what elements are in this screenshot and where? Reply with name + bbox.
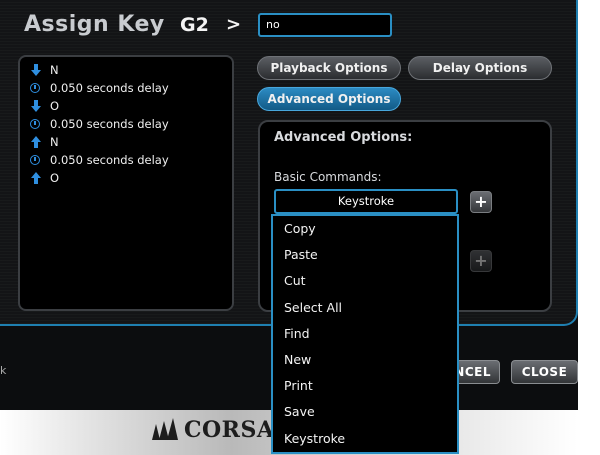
- key-name: G2: [180, 14, 209, 36]
- chevron-right-icon: >: [226, 14, 242, 35]
- advanced-options-button[interactable]: Advanced Options: [257, 87, 401, 111]
- arrow-down-icon: [30, 100, 50, 112]
- macro-event-list[interactable]: N 0.050 seconds delay O 0.050 seconds de…: [18, 55, 234, 311]
- add-button-secondary[interactable]: +: [470, 250, 492, 272]
- dropdown-option-copy[interactable]: Copy: [273, 216, 457, 242]
- arrow-down-icon: [30, 64, 50, 76]
- list-item[interactable]: 0.050 seconds delay: [30, 79, 232, 97]
- list-item[interactable]: N: [30, 133, 232, 151]
- dropdown-option-select-all[interactable]: Select All: [273, 295, 457, 321]
- dropdown-option-save[interactable]: Save: [273, 399, 457, 425]
- basic-commands-label: Basic Commands:: [274, 170, 382, 184]
- list-item[interactable]: 0.050 seconds delay: [30, 151, 232, 169]
- command-dropdown-list[interactable]: Copy Paste Cut Select All Find New Print…: [271, 214, 459, 454]
- clock-icon: [30, 119, 40, 129]
- dropdown-option-cut[interactable]: Cut: [273, 268, 457, 294]
- dropdown-option-find[interactable]: Find: [273, 321, 457, 347]
- clipped-label: k: [0, 364, 7, 377]
- dialog-title: Assign Key: [24, 12, 165, 37]
- dropdown-option-new[interactable]: New: [273, 347, 457, 373]
- corsair-sails-icon: [152, 418, 178, 440]
- list-item[interactable]: 0.050 seconds delay: [30, 115, 232, 133]
- macro-name-input[interactable]: no: [258, 13, 392, 37]
- list-item[interactable]: O: [30, 169, 232, 187]
- list-item[interactable]: O: [30, 97, 232, 115]
- clock-icon: [30, 83, 40, 93]
- basic-commands-select[interactable]: Keystroke: [274, 189, 458, 214]
- dropdown-option-paste[interactable]: Paste: [273, 242, 457, 268]
- clock-icon: [30, 155, 40, 165]
- arrow-up-icon: [30, 136, 50, 148]
- panel-title: Advanced Options:: [274, 130, 413, 145]
- event-label: 0.050 seconds delay: [50, 153, 169, 167]
- event-label: O: [50, 99, 60, 113]
- playback-options-button[interactable]: Playback Options: [257, 56, 401, 80]
- delay-options-button[interactable]: Delay Options: [408, 56, 552, 80]
- event-label: N: [50, 63, 59, 77]
- list-item[interactable]: N: [30, 61, 232, 79]
- arrow-up-icon: [30, 172, 50, 184]
- event-label: 0.050 seconds delay: [50, 117, 169, 131]
- dropdown-option-print[interactable]: Print: [273, 373, 457, 399]
- event-label: N: [50, 135, 59, 149]
- event-label: 0.050 seconds delay: [50, 81, 169, 95]
- close-button[interactable]: CLOSE: [511, 360, 578, 384]
- dropdown-option-keystroke[interactable]: Keystroke: [273, 426, 457, 452]
- event-label: O: [50, 171, 60, 185]
- add-command-button[interactable]: +: [470, 191, 492, 213]
